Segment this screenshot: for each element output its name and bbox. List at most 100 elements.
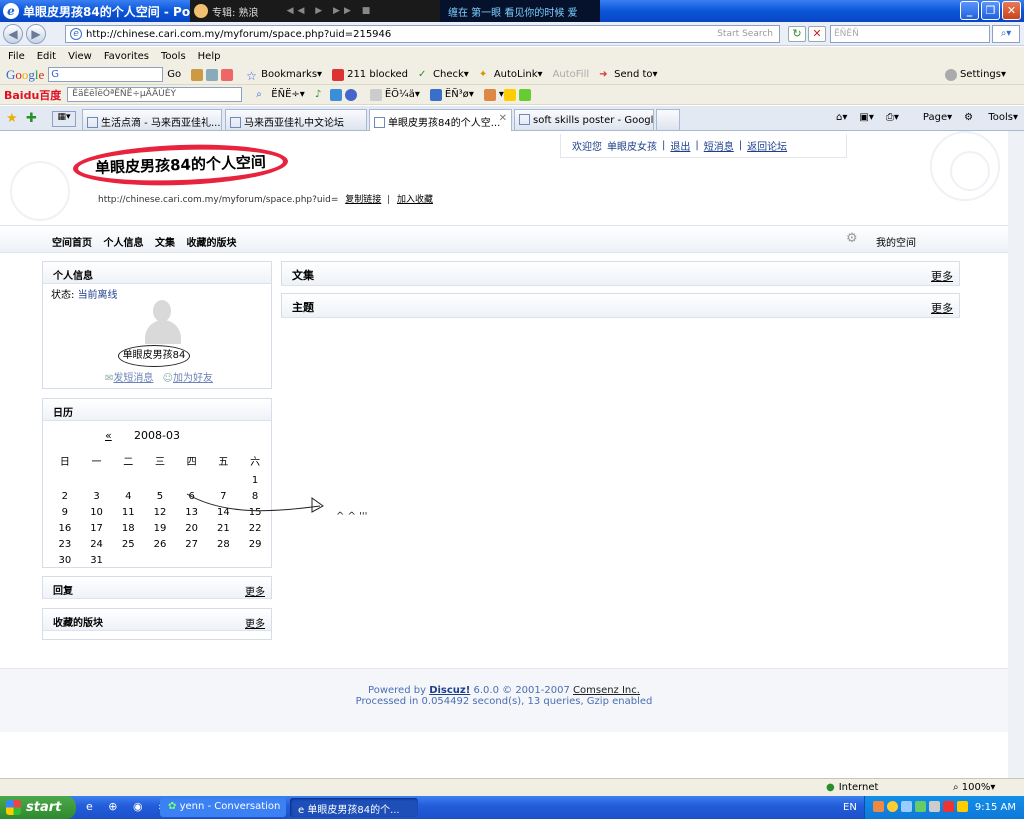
prev-month-link[interactable]: « bbox=[105, 429, 112, 442]
comsenz-link[interactable]: Comsenz Inc. bbox=[573, 685, 640, 696]
calendar-day[interactable]: 29 bbox=[239, 536, 271, 552]
menu-view[interactable]: View bbox=[68, 51, 92, 62]
spellcheck-button[interactable]: ✓ Check ▾ bbox=[418, 69, 469, 81]
fav-boards-more-link[interactable]: 更多 bbox=[245, 615, 265, 630]
address-input[interactable]: e http://chinese.cari.com.my/myforum/spa… bbox=[65, 25, 780, 43]
calendar-day[interactable]: 17 bbox=[81, 520, 113, 536]
calendar-day[interactable]: 24 bbox=[81, 536, 113, 552]
decor-swirl bbox=[950, 151, 990, 191]
calendar-day[interactable]: 10 bbox=[81, 504, 113, 520]
profile-actions: ✉发短消息 ☺加为好友 bbox=[105, 369, 219, 384]
search-input[interactable]: ËÑËÑ bbox=[830, 25, 990, 43]
messages-link[interactable]: 短消息 bbox=[704, 138, 734, 153]
feeds-icon[interactable]: ▣▾ bbox=[859, 112, 873, 123]
send-message-link[interactable]: 发短消息 bbox=[113, 373, 153, 384]
bookmarks-button[interactable]: ☆ Bookmarks ▾ bbox=[246, 69, 322, 83]
forward-button[interactable]: ▶ bbox=[26, 23, 46, 44]
calendar-day[interactable]: 19 bbox=[144, 520, 176, 536]
calendar-day[interactable]: 18 bbox=[112, 520, 144, 536]
baidu-icons-group[interactable]: ♪ bbox=[315, 88, 360, 101]
calendar-day[interactable]: 16 bbox=[49, 520, 81, 536]
start-button[interactable]: start bbox=[0, 796, 76, 819]
calendar-day[interactable]: 23 bbox=[49, 536, 81, 552]
gear-icon[interactable]: ⚙ bbox=[846, 231, 858, 246]
popup-blocked-button[interactable]: 211 blocked bbox=[332, 68, 408, 81]
calendar-day[interactable]: 2 bbox=[49, 488, 81, 504]
calendar-day[interactable]: 4 bbox=[112, 488, 144, 504]
add-favorite-icon[interactable]: ✚ bbox=[26, 111, 37, 126]
calendar-day[interactable]: 26 bbox=[144, 536, 176, 552]
menu-help[interactable]: Help bbox=[198, 51, 221, 62]
new-tab-button[interactable] bbox=[656, 109, 680, 130]
print-icon[interactable]: ⎙▾ bbox=[886, 112, 899, 123]
calendar-day[interactable]: 5 bbox=[144, 488, 176, 504]
settings-button[interactable]: Settings ▾ bbox=[944, 68, 1006, 81]
calendar-day[interactable]: 25 bbox=[112, 536, 144, 552]
tab-3-active[interactable]: 单眼皮男孩84的个人空... ✕ bbox=[369, 109, 512, 131]
calendar-day[interactable]: 3 bbox=[81, 488, 113, 504]
tab-2[interactable]: 马来西亚佳礼中文论坛 bbox=[225, 109, 367, 130]
nav-space-home[interactable]: 空间首页 bbox=[52, 238, 92, 249]
back-to-forum-link[interactable]: 返回论坛 bbox=[747, 138, 787, 153]
calendar-day[interactable]: 12 bbox=[144, 504, 176, 520]
baidu-search-input[interactable]: ÊäÈëÏëÒªËÑË÷µÄÄÚÈÝ bbox=[67, 87, 243, 102]
discuz-link[interactable]: Discuz! bbox=[429, 685, 470, 696]
tray-icons[interactable] bbox=[873, 801, 968, 812]
calendar-day[interactable]: 28 bbox=[208, 536, 240, 552]
page-menu[interactable]: Page▾ bbox=[911, 112, 952, 123]
taskbar-browser[interactable]: e 单眼皮男孩84的个... bbox=[290, 798, 418, 817]
favorites-star-icon[interactable]: ★ bbox=[6, 111, 18, 126]
autofill-button[interactable]: AutoFill bbox=[553, 69, 590, 80]
taskbar-conversation[interactable]: ✿ yenn - Conversation bbox=[160, 798, 286, 817]
tools-menu[interactable]: ⚙ Tools▾ bbox=[964, 112, 1018, 123]
calendar-day[interactable]: 31 bbox=[81, 552, 113, 568]
articles-more-link[interactable]: 更多 bbox=[931, 268, 953, 284]
maximize-button[interactable]: ❐ bbox=[981, 1, 1000, 20]
baidu-search-button[interactable]: ⌕ ËÑË÷ ▾ bbox=[256, 89, 305, 101]
refresh-icon[interactable]: ↻ bbox=[788, 26, 806, 42]
baidu-item2-button[interactable]: ËÖ¼ä ▾ bbox=[369, 88, 420, 101]
menu-favorites[interactable]: Favorites bbox=[104, 51, 149, 62]
space-nav: 空间首页 个人信息 文集 收藏的版块 ⚙ 我的空间 bbox=[0, 225, 1008, 253]
menu-tools[interactable]: Tools bbox=[161, 51, 186, 62]
tab-1[interactable]: 生活点滴 - 马来西亚佳礼... bbox=[82, 109, 222, 130]
baidu-item3-button[interactable]: ËÑ³ø ▾ bbox=[429, 88, 474, 101]
replies-more-link[interactable]: 更多 bbox=[245, 583, 265, 598]
close-button[interactable]: ✕ bbox=[1002, 1, 1021, 20]
close-tab-icon[interactable]: ✕ bbox=[499, 113, 507, 124]
topics-more-link[interactable]: 更多 bbox=[931, 300, 953, 316]
media-controls[interactable]: ◀◀ ▶ ▶▶ ■ bbox=[287, 6, 375, 16]
language-indicator[interactable]: EN bbox=[843, 802, 857, 813]
add-friend-link[interactable]: 加为好友 bbox=[173, 373, 213, 384]
nav-profile[interactable]: 个人信息 bbox=[103, 238, 143, 249]
quick-launch[interactable]: e ⊕ ◉ » bbox=[86, 800, 171, 813]
calendar-day[interactable]: 30 bbox=[49, 552, 81, 568]
current-user-link[interactable]: 单眼皮女孩 bbox=[607, 138, 657, 153]
nav-articles[interactable]: 文集 bbox=[155, 238, 175, 249]
add-favorite-link[interactable]: 加入收藏 bbox=[397, 195, 433, 205]
calendar-day[interactable]: 9 bbox=[49, 504, 81, 520]
google-search-input[interactable]: G bbox=[48, 67, 164, 82]
baidu-extra-icons[interactable]: ▾ bbox=[483, 88, 534, 101]
search-button[interactable]: ⌕▾ bbox=[992, 25, 1020, 43]
sendto-button[interactable]: ➜ Send to ▾ bbox=[599, 69, 657, 81]
autolink-button[interactable]: ✦ AutoLink ▾ bbox=[479, 69, 543, 81]
copy-link[interactable]: 复制链接 bbox=[345, 195, 381, 205]
calendar-day[interactable]: 11 bbox=[112, 504, 144, 520]
minimize-button[interactable]: _ bbox=[960, 1, 979, 20]
check-icon: ✓ bbox=[418, 68, 427, 80]
calendar-day[interactable]: 27 bbox=[176, 536, 208, 552]
menu-edit[interactable]: Edit bbox=[37, 51, 56, 62]
back-button[interactable]: ◀ bbox=[3, 23, 23, 44]
zoom-level[interactable]: ⌕ 100%▾ bbox=[953, 782, 995, 793]
quick-tabs-icon[interactable]: ▦▾ bbox=[52, 111, 76, 127]
stop-icon[interactable]: ✕ bbox=[808, 26, 826, 42]
logout-link[interactable]: 退出 bbox=[670, 138, 690, 153]
toolbar-icons-group[interactable] bbox=[191, 68, 236, 81]
tab-4[interactable]: soft skills poster - Google Im... bbox=[514, 109, 654, 130]
my-space-link[interactable]: 我的空间 bbox=[876, 234, 916, 249]
nav-fav-boards[interactable]: 收藏的版块 bbox=[186, 238, 236, 249]
home-icon[interactable]: ⌂▾ bbox=[836, 112, 847, 123]
google-go-button[interactable]: Go bbox=[167, 69, 181, 80]
menu-file[interactable]: File bbox=[8, 51, 25, 62]
